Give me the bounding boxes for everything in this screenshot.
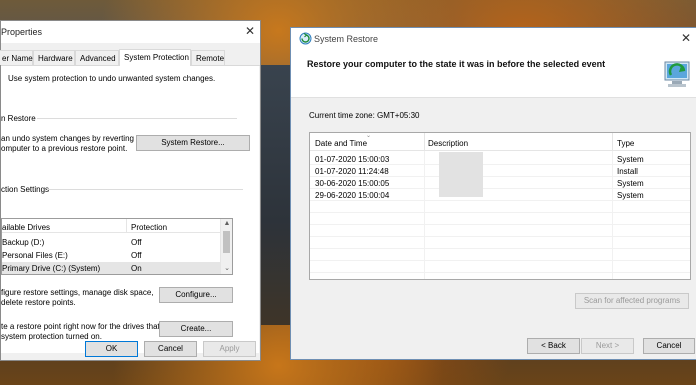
grid-row-line bbox=[310, 212, 690, 213]
drive-name: Backup (D:) bbox=[2, 238, 45, 247]
cancel-button[interactable]: Cancel bbox=[643, 338, 695, 354]
drive-row[interactable]: Backup (D:) Off bbox=[2, 236, 220, 248]
drive-name: Primary Drive (C:) (System) bbox=[2, 264, 101, 273]
drive-protection: On bbox=[131, 264, 142, 273]
configure-description-1: figure restore settings, manage disk spa… bbox=[1, 288, 154, 297]
column-protection[interactable]: Protection bbox=[131, 223, 167, 232]
column-divider bbox=[612, 133, 613, 151]
properties-tabs: er Name Hardware Advanced System Protect… bbox=[0, 49, 260, 66]
system-restore-button[interactable]: System Restore... bbox=[136, 135, 250, 151]
drives-list-header: ailable Drives Protection bbox=[2, 219, 220, 233]
restore-point-row[interactable]: 01-07-2020 15:00:03 System bbox=[310, 153, 690, 165]
sort-indicator-icon: ⌄ bbox=[366, 133, 372, 139]
restore-description-1: an undo system changes by reverting bbox=[1, 134, 134, 143]
protection-group-heading: ction Settings bbox=[1, 185, 50, 194]
restore-header: Restore your computer to the state it wa… bbox=[291, 50, 696, 98]
ok-button[interactable]: OK bbox=[85, 341, 138, 357]
properties-titlebar[interactable]: Properties ✕ bbox=[1, 21, 260, 43]
restore-point-type: Install bbox=[617, 167, 638, 176]
create-button[interactable]: Create... bbox=[159, 321, 233, 337]
restore-titlebar[interactable]: System Restore ✕ bbox=[291, 28, 696, 50]
drives-list[interactable]: ailable Drives Protection Backup (D:) Of… bbox=[1, 218, 233, 275]
drive-row[interactable]: Primary Drive (C:) (System) On bbox=[2, 262, 220, 274]
restore-title: System Restore bbox=[314, 34, 379, 44]
drive-name: Personal Files (E:) bbox=[2, 251, 68, 260]
tab-remote[interactable]: Remote bbox=[191, 50, 225, 65]
create-description-1: te a restore point right now for the dri… bbox=[1, 322, 160, 331]
column-available-drives[interactable]: ailable Drives bbox=[2, 223, 50, 232]
restore-heading: Restore your computer to the state it wa… bbox=[307, 59, 606, 69]
restore-group-heading: n Restore bbox=[1, 114, 36, 123]
column-date-time[interactable]: Date and Time bbox=[315, 139, 367, 148]
scan-affected-programs-button[interactable]: Scan for affected programs bbox=[575, 293, 689, 309]
close-icon[interactable]: ✕ bbox=[245, 24, 255, 38]
system-restore-icon bbox=[299, 32, 312, 45]
drives-scrollbar[interactable]: ▲ ⌄ bbox=[220, 219, 232, 274]
restore-point-row[interactable]: 29-06-2020 15:00:04 System bbox=[310, 189, 690, 201]
grid-row-line bbox=[310, 272, 690, 273]
restore-points-list[interactable]: ⌄ Date and Time Description Type 01-07-2… bbox=[309, 132, 691, 280]
scrollbar-thumb[interactable] bbox=[223, 231, 230, 253]
chevron-up-icon[interactable]: ▲ bbox=[221, 219, 233, 229]
create-description-2: system protection turned on. bbox=[1, 332, 102, 341]
restore-point-type: System bbox=[617, 191, 644, 200]
back-button[interactable]: < Back bbox=[527, 338, 580, 354]
restore-point-date: 01-07-2020 11:24:48 bbox=[315, 167, 389, 176]
column-description[interactable]: Description bbox=[428, 139, 468, 148]
grid-row-line bbox=[310, 224, 690, 225]
restore-point-row[interactable]: 30-06-2020 15:00:05 System bbox=[310, 177, 690, 189]
group-divider bbox=[47, 189, 243, 190]
tab-advanced[interactable]: Advanced bbox=[75, 50, 119, 65]
tab-hardware[interactable]: Hardware bbox=[33, 50, 75, 65]
tab-system-protection[interactable]: System Protection bbox=[119, 49, 191, 66]
properties-title: Properties bbox=[1, 27, 43, 37]
intro-text: Use system protection to undo unwanted s… bbox=[8, 74, 216, 83]
system-properties-window: Properties ✕ er Name Hardware Advanced S… bbox=[0, 20, 261, 361]
restore-point-row[interactable]: 01-07-2020 11:24:48 Install bbox=[310, 165, 690, 177]
chevron-down-icon[interactable]: ⌄ bbox=[221, 264, 233, 274]
configure-button[interactable]: Configure... bbox=[159, 287, 233, 303]
column-divider bbox=[424, 133, 425, 151]
computer-restore-icon bbox=[664, 61, 690, 87]
drive-protection: Off bbox=[131, 251, 142, 260]
restore-point-date: 29-06-2020 15:00:04 bbox=[315, 191, 390, 200]
column-divider bbox=[126, 219, 127, 232]
tab-computer-name[interactable]: er Name bbox=[0, 50, 33, 65]
restore-description-2: omputer to a previous restore point. bbox=[1, 144, 128, 153]
close-icon[interactable]: ✕ bbox=[681, 31, 691, 45]
cancel-button[interactable]: Cancel bbox=[144, 341, 197, 357]
apply-button[interactable]: Apply bbox=[203, 341, 256, 357]
restore-list-header: ⌄ Date and Time Description Type bbox=[310, 133, 690, 151]
system-restore-window: System Restore ✕ Restore your computer t… bbox=[290, 27, 696, 360]
restore-point-date: 01-07-2020 15:00:03 bbox=[315, 155, 390, 164]
restore-point-date: 30-06-2020 15:00:05 bbox=[315, 179, 390, 188]
restore-point-type: System bbox=[617, 179, 644, 188]
next-button[interactable]: Next > bbox=[581, 338, 634, 354]
group-divider bbox=[37, 118, 237, 119]
grid-row-line bbox=[310, 236, 690, 237]
column-type[interactable]: Type bbox=[617, 139, 634, 148]
configure-description-2: delete restore points. bbox=[1, 298, 76, 307]
grid-row-line bbox=[310, 260, 690, 261]
drive-row[interactable]: Personal Files (E:) Off bbox=[2, 249, 220, 261]
grid-row-line bbox=[310, 248, 690, 249]
current-timezone: Current time zone: GMT+05:30 bbox=[309, 111, 420, 120]
restore-point-type: System bbox=[617, 155, 644, 164]
system-protection-page: Use system protection to undo unwanted s… bbox=[1, 66, 259, 353]
drive-protection: Off bbox=[131, 238, 142, 247]
